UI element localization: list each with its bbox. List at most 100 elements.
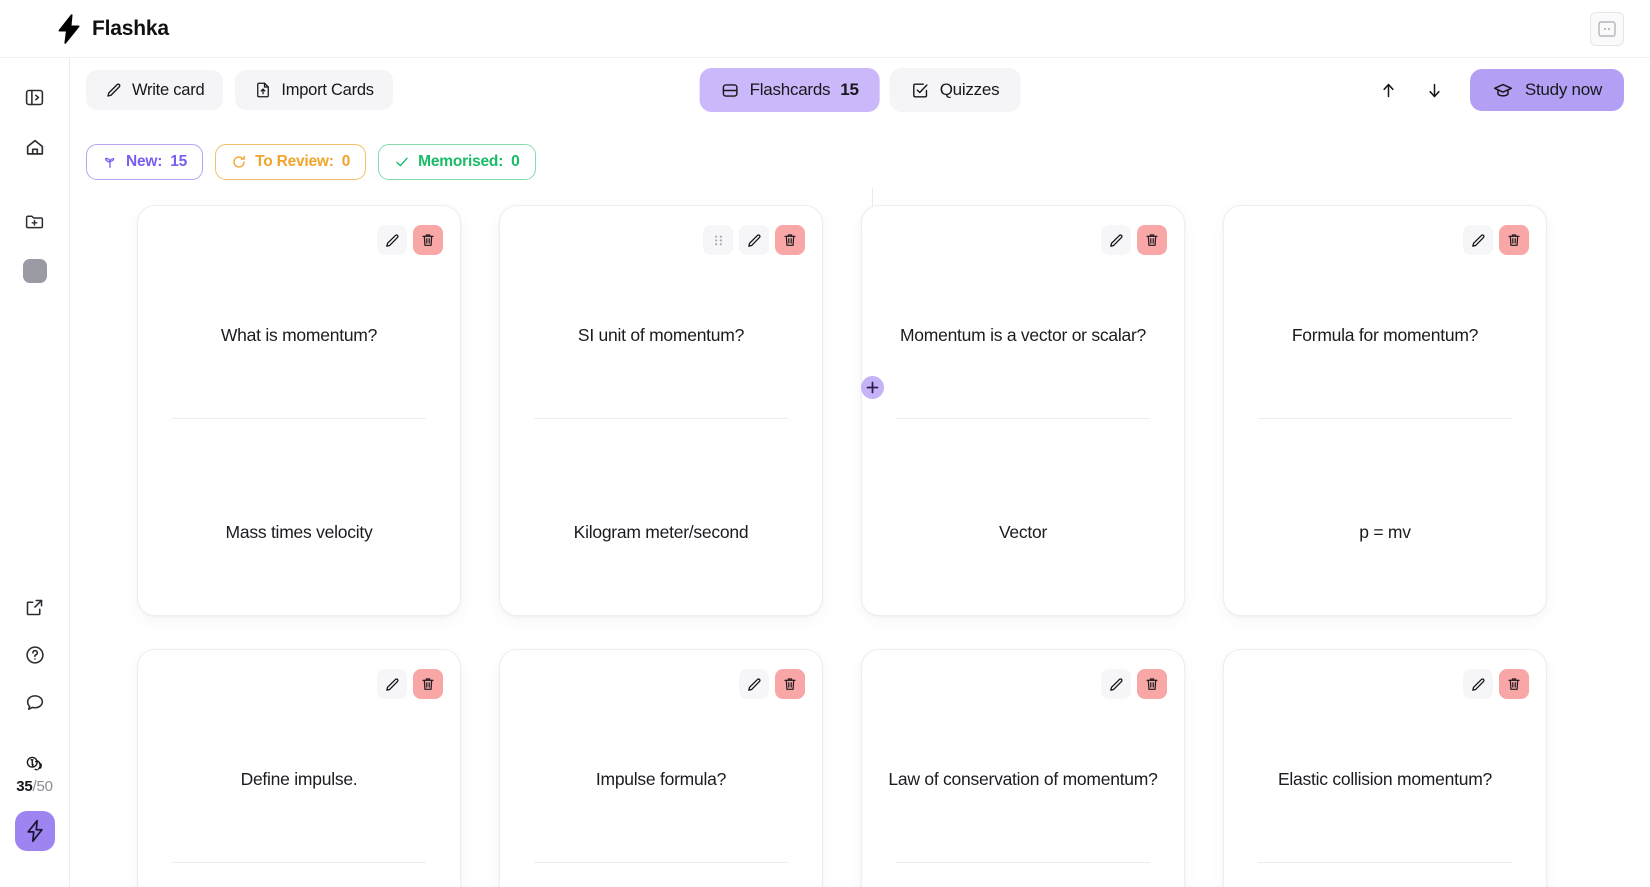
coins-icon bbox=[26, 756, 42, 771]
check-icon bbox=[396, 157, 408, 167]
trash-icon bbox=[1146, 678, 1158, 690]
action-bar-left: Write card Import Cards bbox=[86, 70, 393, 110]
card-actions bbox=[739, 669, 805, 699]
card-question: Formula for momentum? bbox=[1291, 324, 1479, 345]
delete-card-button[interactable] bbox=[1499, 669, 1529, 699]
flashcard[interactable]: Formula for momentum? p = mv bbox=[1223, 205, 1547, 616]
panel-expand-icon bbox=[25, 89, 44, 105]
delete-card-button[interactable] bbox=[413, 225, 443, 255]
edit-card-button[interactable] bbox=[1463, 669, 1493, 699]
card-question: What is momentum? bbox=[220, 324, 378, 345]
edit-card-button[interactable] bbox=[1101, 225, 1131, 255]
trash-icon bbox=[422, 234, 434, 246]
graduation-cap-icon bbox=[1493, 83, 1512, 97]
delete-card-button[interactable] bbox=[775, 669, 805, 699]
import-cards-label: Import Cards bbox=[281, 80, 374, 99]
move-up-button[interactable] bbox=[1370, 71, 1408, 109]
external-link-icon bbox=[26, 599, 43, 615]
pencil-icon bbox=[1109, 677, 1123, 691]
delete-card-button[interactable] bbox=[1499, 225, 1529, 255]
edit-card-button[interactable] bbox=[739, 225, 769, 255]
tab-quizzes[interactable]: Quizzes bbox=[889, 68, 1021, 112]
card-answer-face: Kilogram meter/second bbox=[500, 419, 822, 615]
trash-icon bbox=[1508, 678, 1520, 690]
pencil-icon bbox=[1471, 677, 1485, 691]
edit-card-button[interactable] bbox=[739, 669, 769, 699]
app-title: Flashka bbox=[92, 16, 169, 40]
sidebar-item-workspace[interactable] bbox=[16, 252, 54, 290]
study-now-label: Study now bbox=[1524, 80, 1602, 99]
trash-icon bbox=[422, 678, 434, 690]
import-cards-button[interactable]: Import Cards bbox=[235, 70, 393, 110]
delete-card-button[interactable] bbox=[1137, 225, 1167, 255]
card-question: Elastic collision momentum? bbox=[1277, 768, 1493, 789]
card-answer: Kilogram meter/second bbox=[573, 521, 749, 542]
move-down-button[interactable] bbox=[1416, 71, 1454, 109]
card-actions bbox=[1463, 669, 1529, 699]
pencil-icon bbox=[1471, 233, 1485, 247]
folder-plus-icon bbox=[25, 215, 44, 228]
sprout-icon bbox=[105, 157, 115, 168]
card-answer: p = mv bbox=[1359, 521, 1411, 542]
sidebar-rail: 35/50 bbox=[0, 58, 70, 887]
filter-new-value: 15 bbox=[170, 153, 188, 170]
checkbox-check-icon bbox=[913, 82, 928, 98]
delete-card-button[interactable] bbox=[413, 669, 443, 699]
study-now-button[interactable]: Study now bbox=[1469, 69, 1624, 111]
edit-card-button[interactable] bbox=[377, 225, 407, 255]
flashcard[interactable]: Momentum is a vector or scalar? Vector bbox=[861, 205, 1185, 616]
refresh-icon bbox=[233, 155, 245, 168]
credits-indicator[interactable]: 35/50 bbox=[16, 754, 53, 795]
tab-flashcards-count: 15 bbox=[840, 80, 859, 99]
delete-card-button[interactable] bbox=[775, 225, 805, 255]
sidebar-item-home[interactable] bbox=[16, 128, 54, 166]
filter-pill-to-review[interactable]: To Review: 0 bbox=[215, 144, 367, 180]
card-answer-face bbox=[500, 863, 822, 887]
card-actions bbox=[1463, 225, 1529, 255]
edit-card-button[interactable] bbox=[1101, 669, 1131, 699]
card-answer-face bbox=[862, 863, 1184, 887]
card-question: Define impulse. bbox=[240, 768, 358, 789]
view-tabs: Flashcards 15 Quizzes bbox=[699, 68, 1021, 112]
flashcard[interactable]: Define impulse. bbox=[137, 649, 461, 887]
pencil-icon bbox=[385, 233, 399, 247]
card-actions bbox=[1101, 669, 1167, 699]
insert-card-button[interactable] bbox=[861, 376, 884, 399]
sidebar-item-new-folder[interactable] bbox=[16, 202, 54, 240]
flashcard[interactable]: SI unit of momentum? Kilogram meter/seco… bbox=[499, 205, 823, 616]
arrow-up-icon bbox=[1383, 83, 1394, 97]
drag-handle[interactable] bbox=[703, 225, 733, 255]
filter-memorised-value: 0 bbox=[511, 153, 520, 170]
credits-used: 35 bbox=[16, 778, 33, 795]
credits-text: 35/50 bbox=[16, 778, 53, 795]
flashcard[interactable]: Impulse formula? bbox=[499, 649, 823, 887]
flashcard-grid: What is momentum? Mass times velocity SI… bbox=[70, 186, 1650, 887]
card-answer: Vector bbox=[998, 521, 1048, 542]
top-bar: Flashka bbox=[0, 0, 1650, 58]
avatar[interactable] bbox=[1590, 11, 1624, 46]
avatar-placeholder-icon bbox=[1598, 20, 1616, 37]
upgrade-button[interactable] bbox=[14, 811, 55, 851]
help-circle-icon bbox=[25, 646, 44, 664]
write-card-button[interactable]: Write card bbox=[86, 70, 224, 110]
flashcard-board: What is momentum? Mass times velocity SI… bbox=[70, 186, 1650, 887]
edit-card-button[interactable] bbox=[1463, 225, 1493, 255]
tab-quizzes-label: Quizzes bbox=[939, 80, 1000, 99]
filter-pill-new[interactable]: New: 15 bbox=[86, 144, 204, 180]
brand[interactable]: Flashka bbox=[56, 13, 169, 44]
flashcard[interactable]: What is momentum? Mass times velocity bbox=[137, 205, 461, 616]
credits-total: 50 bbox=[36, 778, 53, 795]
sidebar-item-help[interactable] bbox=[16, 636, 54, 674]
sidebar-item-feedback[interactable] bbox=[16, 684, 54, 722]
chat-bubble-icon bbox=[26, 695, 43, 711]
card-answer: Mass times velocity bbox=[225, 521, 373, 542]
edit-card-button[interactable] bbox=[377, 669, 407, 699]
sidebar-item-toggle-sidebar[interactable] bbox=[16, 78, 54, 116]
tab-flashcards[interactable]: Flashcards 15 bbox=[699, 68, 880, 112]
delete-card-button[interactable] bbox=[1137, 669, 1167, 699]
filter-pill-memorised[interactable]: Memorised: 0 bbox=[378, 144, 536, 180]
sidebar-item-open-external[interactable] bbox=[16, 588, 54, 626]
flashcard[interactable]: Law of conservation of momentum? bbox=[861, 649, 1185, 887]
flashcard[interactable]: Elastic collision momentum? bbox=[1223, 649, 1547, 887]
home-icon bbox=[26, 139, 43, 155]
